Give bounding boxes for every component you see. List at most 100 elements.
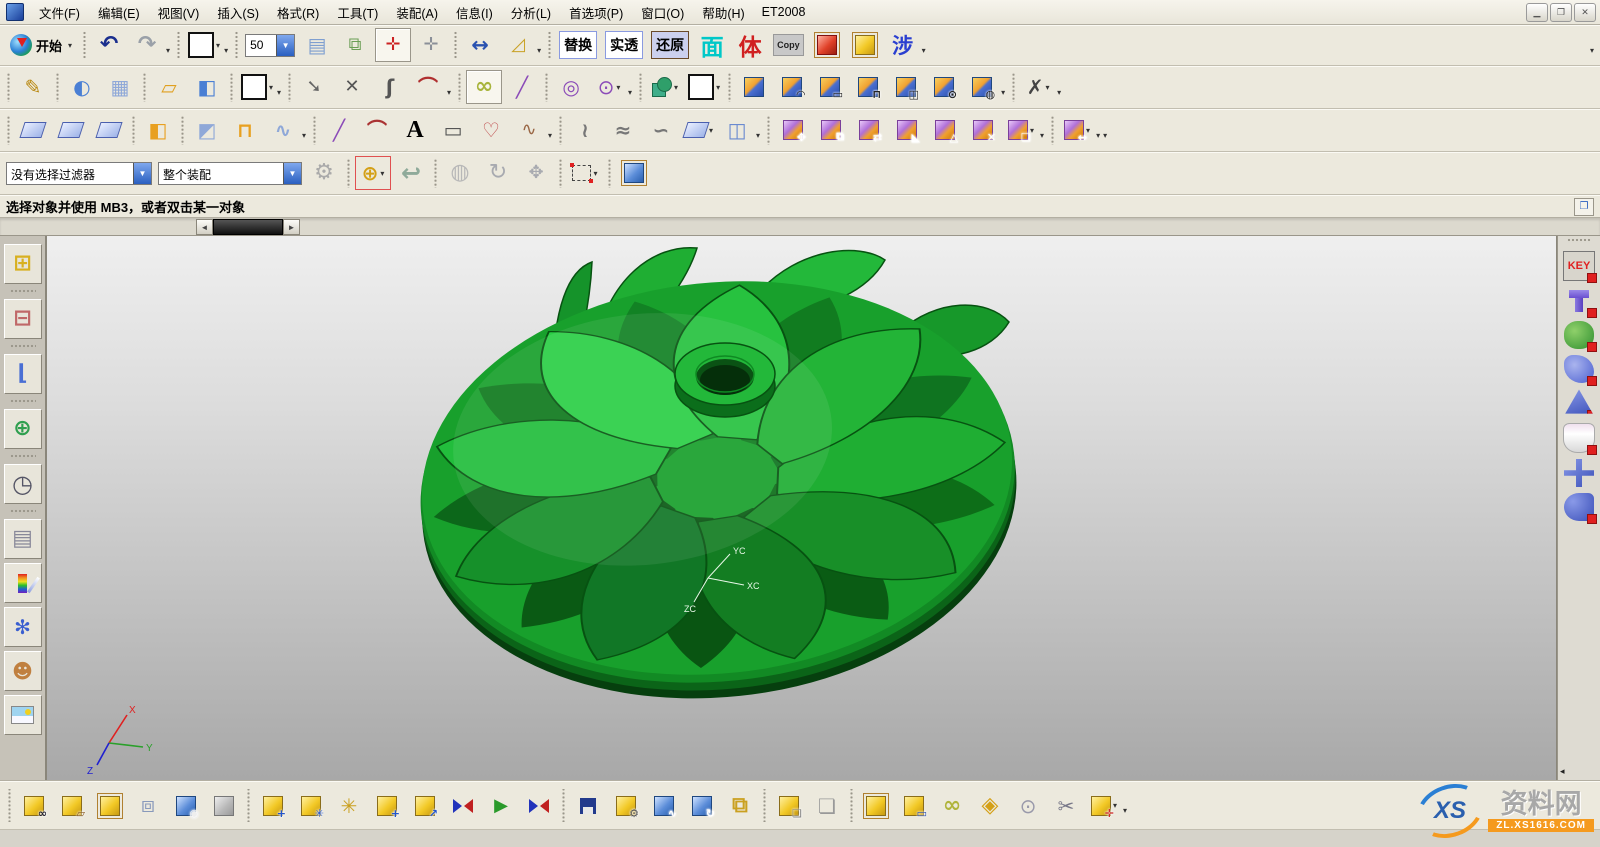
curve-line-button[interactable]: ╱ — [321, 113, 357, 147]
reference-set-button[interactable]: ❏ — [771, 788, 807, 824]
toolbar-grip[interactable] — [82, 31, 87, 59]
template-bushing[interactable] — [1563, 423, 1595, 453]
toolbar-grip[interactable] — [234, 31, 239, 59]
red-cube-button[interactable] — [809, 28, 845, 62]
component-sets-button[interactable]: ⧉ — [722, 788, 758, 824]
face-button[interactable]: 面 — [694, 28, 730, 62]
impeller-model[interactable]: YCXCZCXYZ — [47, 236, 1557, 781]
edit-curve-button[interactable]: ʃ — [372, 70, 408, 104]
sequence-button[interactable]: ▶ — [483, 788, 519, 824]
find-component-button[interactable]: ∞ — [16, 788, 52, 824]
offset-surface-button[interactable]: ◧ — [140, 113, 176, 147]
overflow-arrow[interactable]: ▾ — [1001, 88, 1005, 97]
swept-surface-button[interactable]: ◩ — [189, 113, 225, 147]
interpart-gears-button[interactable]: ⚙ — [306, 156, 342, 190]
start-button[interactable]: 开始▾ — [3, 31, 79, 59]
interpart-links-button[interactable]: ∞ — [934, 788, 970, 824]
system-palette-button[interactable]: ▤ — [4, 519, 42, 559]
relink-button[interactable]: ⊙ — [1010, 788, 1046, 824]
sync-delete-face-button[interactable]: ✕ — [965, 113, 1001, 147]
new-component-button[interactable]: ✳ — [293, 788, 329, 824]
template-cross-fitting[interactable] — [1564, 459, 1594, 487]
empty-reference-button[interactable]: ❏ — [809, 788, 845, 824]
studio-surface-button[interactable]: ∿ — [265, 113, 301, 147]
assembly-navigator-button[interactable]: ⊞ — [4, 244, 42, 284]
template-t-part[interactable] — [1564, 287, 1594, 315]
wcs-dynamics-button[interactable]: ✛ — [375, 28, 411, 62]
overflow-arrow[interactable]: ▾ — [166, 46, 170, 55]
overflow-arrow[interactable]: ▾ — [1096, 131, 1100, 140]
edit-arc-button[interactable]: ⌒ — [410, 70, 446, 104]
text-button[interactable]: A — [397, 113, 433, 147]
interpart-link-button[interactable]: ∞ — [466, 70, 502, 104]
history-button[interactable]: ◷ — [4, 464, 42, 504]
toolbar-grip[interactable] — [6, 72, 11, 101]
wave-geometry-button[interactable] — [858, 788, 894, 824]
shaded-solid-button[interactable]: ◍ — [442, 156, 478, 190]
sync-measure-button[interactable]: ↔▾ — [1059, 113, 1095, 147]
roles-button[interactable]: ☻ — [4, 651, 42, 691]
toolbar-grip[interactable] — [10, 399, 36, 404]
circle-arc-button[interactable]: ⊙▾ — [591, 70, 627, 104]
menu-view[interactable]: 视图(V) — [149, 0, 209, 25]
toolbar-options-arrow[interactable]: ▾ — [1590, 46, 1594, 55]
template-elbow[interactable] — [1564, 493, 1594, 521]
selection-scope-combo[interactable]: 整个装配▼ — [158, 162, 302, 185]
extrude-button[interactable] — [736, 70, 772, 104]
copy-button[interactable]: Copy — [770, 28, 807, 62]
overflow-arrow[interactable]: ▾ — [1057, 88, 1061, 97]
undo-button[interactable]: ↶ — [91, 28, 127, 62]
status-window-icon[interactable]: ❐ — [1574, 198, 1594, 216]
toolbar-grip[interactable] — [180, 115, 185, 144]
scroll-right-button[interactable]: ► — [283, 219, 300, 235]
curve-arc-button[interactable]: ⌒ — [359, 113, 395, 147]
toolbar-grip[interactable] — [246, 789, 251, 822]
hole-button[interactable]: ⊙ — [926, 70, 962, 104]
menu-analysis[interactable]: 分析(L) — [502, 0, 560, 25]
overflow-arrow[interactable]: ▾ — [447, 88, 451, 97]
wireframe-components-button[interactable]: ⧈ — [130, 788, 166, 824]
wave-mode-button[interactable]: ◈ — [972, 788, 1008, 824]
move-component-button[interactable]: + — [369, 788, 405, 824]
toolbar-grip[interactable] — [7, 789, 12, 822]
section-surface-button[interactable]: ⊓ — [227, 113, 263, 147]
toolbar-grip[interactable] — [55, 72, 60, 101]
point-set-button[interactable]: ∿ — [511, 113, 547, 147]
overflow-arrow[interactable]: ▾ — [1040, 131, 1044, 140]
toolbar-grip[interactable] — [453, 31, 458, 59]
divide-curve-button[interactable]: ✕ — [334, 70, 370, 104]
toolbar-grip[interactable] — [312, 115, 317, 144]
sheet-mesh-button[interactable]: ▦ — [102, 70, 138, 104]
minimize-button[interactable]: ▁ — [1526, 3, 1548, 22]
trimmed-sheet-button[interactable] — [91, 113, 127, 147]
through-mesh-button[interactable] — [53, 113, 89, 147]
emboss-button[interactable]: ◍ — [964, 70, 1000, 104]
bounded-plane-button[interactable]: ▾ — [685, 70, 723, 104]
line-button[interactable]: ╱ — [504, 70, 540, 104]
show-product-outline-button[interactable] — [92, 788, 128, 824]
interference-button[interactable]: 涉 — [885, 28, 921, 62]
wrap-curve-button[interactable]: ∽ — [643, 113, 679, 147]
toolbar-grip[interactable] — [229, 72, 234, 101]
sync-move-face-button[interactable]: ✥ — [775, 113, 811, 147]
resource-scroll-arrow[interactable]: ◂ — [1560, 766, 1565, 777]
trim-curve-button[interactable]: ➘ — [296, 70, 332, 104]
toolbar-grip[interactable] — [176, 31, 181, 59]
template-green-link[interactable] — [1564, 321, 1594, 349]
edit-structure-button[interactable]: ✛▾ — [1086, 788, 1122, 824]
gallery-button[interactable] — [4, 695, 42, 735]
toolbar-grip[interactable] — [142, 72, 147, 101]
selection-scope-combo-arrow-icon[interactable]: ▼ — [283, 163, 301, 184]
restore-button[interactable]: 还原 — [648, 28, 692, 62]
overflow-arrow[interactable]: ▾ — [537, 46, 541, 55]
graphics-window[interactable]: YCXCZCXYZ — [46, 236, 1557, 781]
heavy-assembly-button[interactable] — [206, 788, 242, 824]
toolbar-grip[interactable] — [544, 72, 549, 101]
toolbar-grip[interactable] — [558, 158, 563, 187]
template-bracket[interactable] — [1564, 355, 1594, 383]
toolbar-grip[interactable] — [10, 509, 36, 514]
menu-window[interactable]: 窗口(O) — [632, 0, 693, 25]
visualization-button[interactable] — [4, 563, 42, 603]
revolve-button[interactable]: ◠ — [774, 70, 810, 104]
flatten-sheet-button[interactable]: ▾ — [681, 113, 717, 147]
